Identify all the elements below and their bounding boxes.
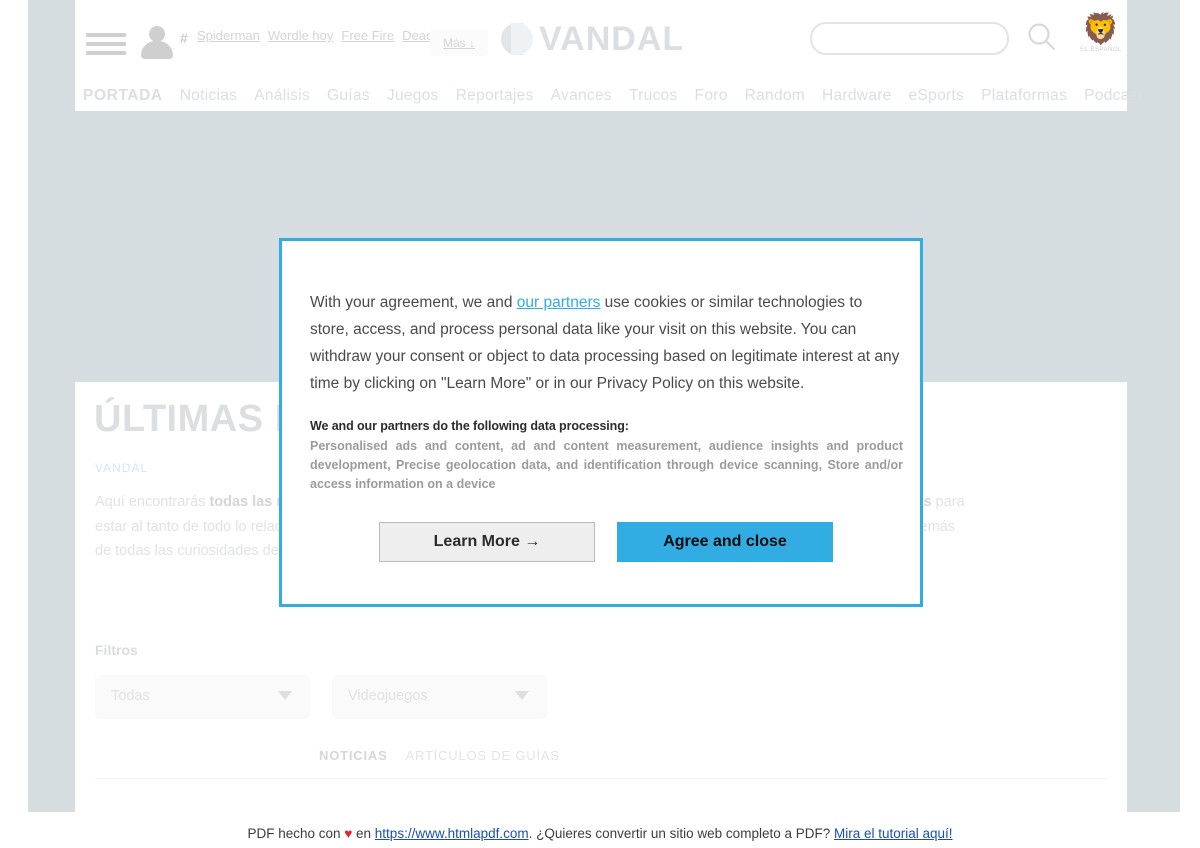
tutorial-link[interactable]: Mira el tutorial aquí! xyxy=(834,826,953,841)
el-espanol-logo[interactable]: 🦁 EL ESPAÑOL xyxy=(1075,13,1127,65)
our-partners-link[interactable]: our partners xyxy=(517,294,601,311)
learn-more-button[interactable]: Learn More → xyxy=(379,522,595,562)
filters-label: Filtros xyxy=(95,642,138,658)
trending-link-wordle[interactable]: Wordle hoy xyxy=(268,28,334,43)
nav-item-random[interactable]: Random xyxy=(745,87,805,105)
vandal-logo[interactable]: VANDAL xyxy=(501,18,684,60)
nav-item-reportajes[interactable]: Reportajes xyxy=(456,87,534,105)
more-topics-button[interactable]: Más ↓ xyxy=(430,30,488,56)
site-header: # SpidermanWordle hoyFree FireDead Islan… xyxy=(75,0,1142,111)
nav-item-esports[interactable]: eSports xyxy=(909,87,965,105)
cookie-consent-subtitle: We and our partners do the following dat… xyxy=(310,419,629,433)
footer-text-before: PDF hecho con xyxy=(247,826,345,841)
lion-icon: 🦁 xyxy=(1082,13,1120,46)
nav-item-foro[interactable]: Foro xyxy=(695,87,728,105)
tab-noticias[interactable]: NOTICIAS xyxy=(319,748,388,763)
trending-topics: SpidermanWordle hoyFree FireDead Island … xyxy=(197,24,482,47)
cookie-consent-lead: With your agreement, we and our partners… xyxy=(310,289,900,397)
content-tabs: NOTICIAS ARTÍCULOS DE GUÍAS xyxy=(319,748,578,763)
nav-item-plataformas[interactable]: Plataformas xyxy=(981,87,1067,105)
main-navigation: PORTADA Noticias Análisis Guías Juegos R… xyxy=(75,80,1142,111)
nav-item-hardware[interactable]: Hardware xyxy=(822,87,892,105)
nav-item-avances[interactable]: Avances xyxy=(551,87,612,105)
header-top-row: # SpidermanWordle hoyFree FireDead Islan… xyxy=(75,0,1127,78)
nav-item-noticias[interactable]: Noticias xyxy=(180,87,238,105)
nav-item-portada[interactable]: PORTADA xyxy=(83,87,163,105)
nav-item-podcast[interactable]: Podcast xyxy=(1084,87,1142,105)
tabs-divider xyxy=(95,778,1107,779)
chevron-down-icon xyxy=(515,691,529,700)
search-input-wrapper[interactable] xyxy=(810,22,1009,55)
trending-link-spiderman[interactable]: Spiderman xyxy=(197,28,260,43)
section-kicker: VANDAL xyxy=(95,461,149,475)
cookie-consent-body: With your agreement, we and our partners… xyxy=(310,289,903,494)
cookie-consent-purposes: Personalised ads and content, ad and con… xyxy=(310,439,903,491)
filters-row: Todas Videojuegos xyxy=(95,675,569,719)
type-select[interactable]: Videojuegos xyxy=(332,675,547,719)
hamburger-icon[interactable] xyxy=(86,33,126,55)
nav-item-trucos[interactable]: Trucos xyxy=(629,87,678,105)
footer-text-question: . ¿Quieres convertir un sitio web comple… xyxy=(528,826,834,841)
agree-and-close-button[interactable]: Agree and close xyxy=(617,522,833,562)
hashtag-icon: # xyxy=(180,30,188,46)
pdf-footer: PDF hecho con ♥ en https://www.htmlapdf.… xyxy=(0,826,1200,841)
pdf-page: # SpidermanWordle hoyFree FireDead Islan… xyxy=(0,0,1200,848)
footer-text-en: en xyxy=(352,826,375,841)
search-icon[interactable] xyxy=(1025,20,1059,54)
cookie-consent-actions: Learn More → Agree and close xyxy=(379,522,833,562)
nav-item-juegos[interactable]: Juegos xyxy=(387,87,439,105)
nav-item-analisis[interactable]: Análisis xyxy=(254,87,310,105)
user-avatar-icon[interactable] xyxy=(140,24,174,62)
nav-item-guias[interactable]: Guías xyxy=(327,87,370,105)
el-espanol-caption: EL ESPAÑOL xyxy=(1080,47,1122,53)
vandal-logo-mark xyxy=(501,23,533,55)
chevron-down-icon xyxy=(278,691,292,700)
category-select[interactable]: Todas xyxy=(95,675,310,719)
category-select-value: Todas xyxy=(111,688,150,704)
cookie-consent-modal: With your agreement, we and our partners… xyxy=(279,238,923,607)
search-input[interactable] xyxy=(812,24,1007,53)
vandal-logo-text: VANDAL xyxy=(539,19,685,58)
htmlapdf-link[interactable]: https://www.htmlapdf.com xyxy=(375,826,529,841)
type-select-value: Videojuegos xyxy=(348,688,428,704)
trending-link-free-fire[interactable]: Free Fire xyxy=(341,28,394,43)
cookie-consent-lead-part1: With your agreement, we and xyxy=(310,294,517,311)
tab-articulos-de-guias[interactable]: ARTÍCULOS DE GUÍAS xyxy=(406,748,560,763)
